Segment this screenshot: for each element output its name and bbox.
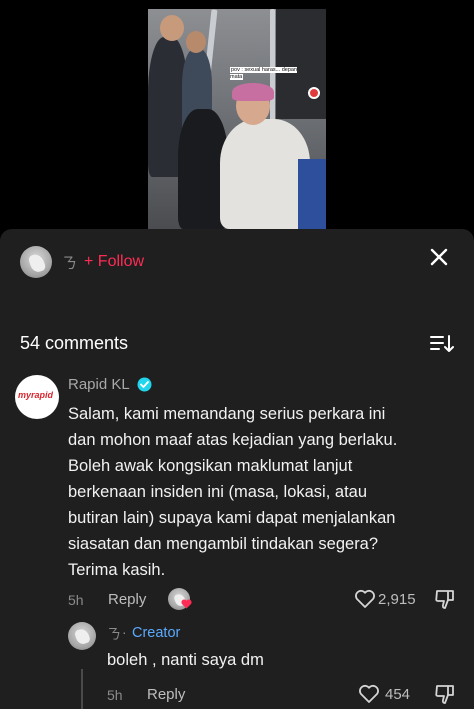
creator-username[interactable]: ㄋ	[62, 252, 77, 273]
video-player[interactable]: pov : sexual haras... depan mata	[148, 9, 326, 229]
comments-count: 54 comments	[20, 333, 129, 353]
follow-button[interactable]: + Follow	[84, 253, 144, 271]
reply-time: 5h	[107, 687, 123, 703]
passenger-head	[160, 15, 184, 41]
reply-button[interactable]: Reply	[108, 591, 146, 608]
heart-small-icon	[181, 599, 192, 609]
creator-label: Creator	[132, 625, 181, 641]
comment-text-line: butiran lain) supaya kami dapat menjalan…	[68, 509, 396, 527]
creator-avatar[interactable]	[20, 246, 52, 278]
passenger-head	[186, 31, 206, 53]
thread-line	[81, 669, 83, 709]
like-count: 2,915	[378, 591, 416, 608]
sort-icon[interactable]	[430, 334, 454, 354]
comment-text: Salam, kami memandang serius perkara ini…	[68, 401, 397, 583]
comment-text-line: Boleh awak kongsikan maklumat lanjut	[68, 457, 353, 475]
dislike-icon[interactable]	[434, 683, 456, 705]
reply-text: boleh , nanti saya dm	[107, 651, 264, 669]
reply-like-count: 454	[385, 686, 411, 703]
video-caption: pov : sexual haras... depan mata	[230, 67, 298, 80]
comment-author[interactable]: Rapid KL	[68, 376, 130, 393]
comment-text-line: berkenaan insiden ini (masa, lokasi, ata…	[68, 483, 368, 501]
like-heart-icon[interactable]	[358, 684, 380, 704]
sticker-icon	[308, 87, 320, 99]
comment-text-line: Terima kasih.	[68, 561, 166, 579]
like-heart-icon[interactable]	[354, 589, 376, 609]
comment-text-line: Salam, kami memandang serius perkara ini	[68, 405, 386, 423]
comments-sheet: ㄋ + Follow 54 comments myrapid Rapid KL …	[0, 229, 474, 709]
comment-text-line: siasatan dan mengambil tindakan segera?	[68, 535, 379, 553]
comment-text-line: dan mohon maaf atas kejadian yang berlak…	[68, 431, 398, 449]
verified-badge-icon	[137, 377, 152, 392]
passenger-figure	[220, 119, 310, 229]
pink-hair	[232, 83, 274, 101]
dislike-icon[interactable]	[434, 588, 456, 610]
close-icon[interactable]	[430, 248, 448, 266]
reply-author[interactable]: ㄋ	[107, 624, 121, 644]
train-window	[276, 9, 326, 119]
commenter-avatar[interactable]: myrapid	[15, 375, 59, 419]
myrapid-logo: myrapid	[18, 390, 54, 400]
comment-time: 5h	[68, 592, 84, 608]
seat	[298, 159, 326, 229]
reply-reply-button[interactable]: Reply	[147, 686, 185, 703]
reply-avatar[interactable]	[68, 622, 96, 650]
reply-separator: ·	[122, 624, 127, 640]
